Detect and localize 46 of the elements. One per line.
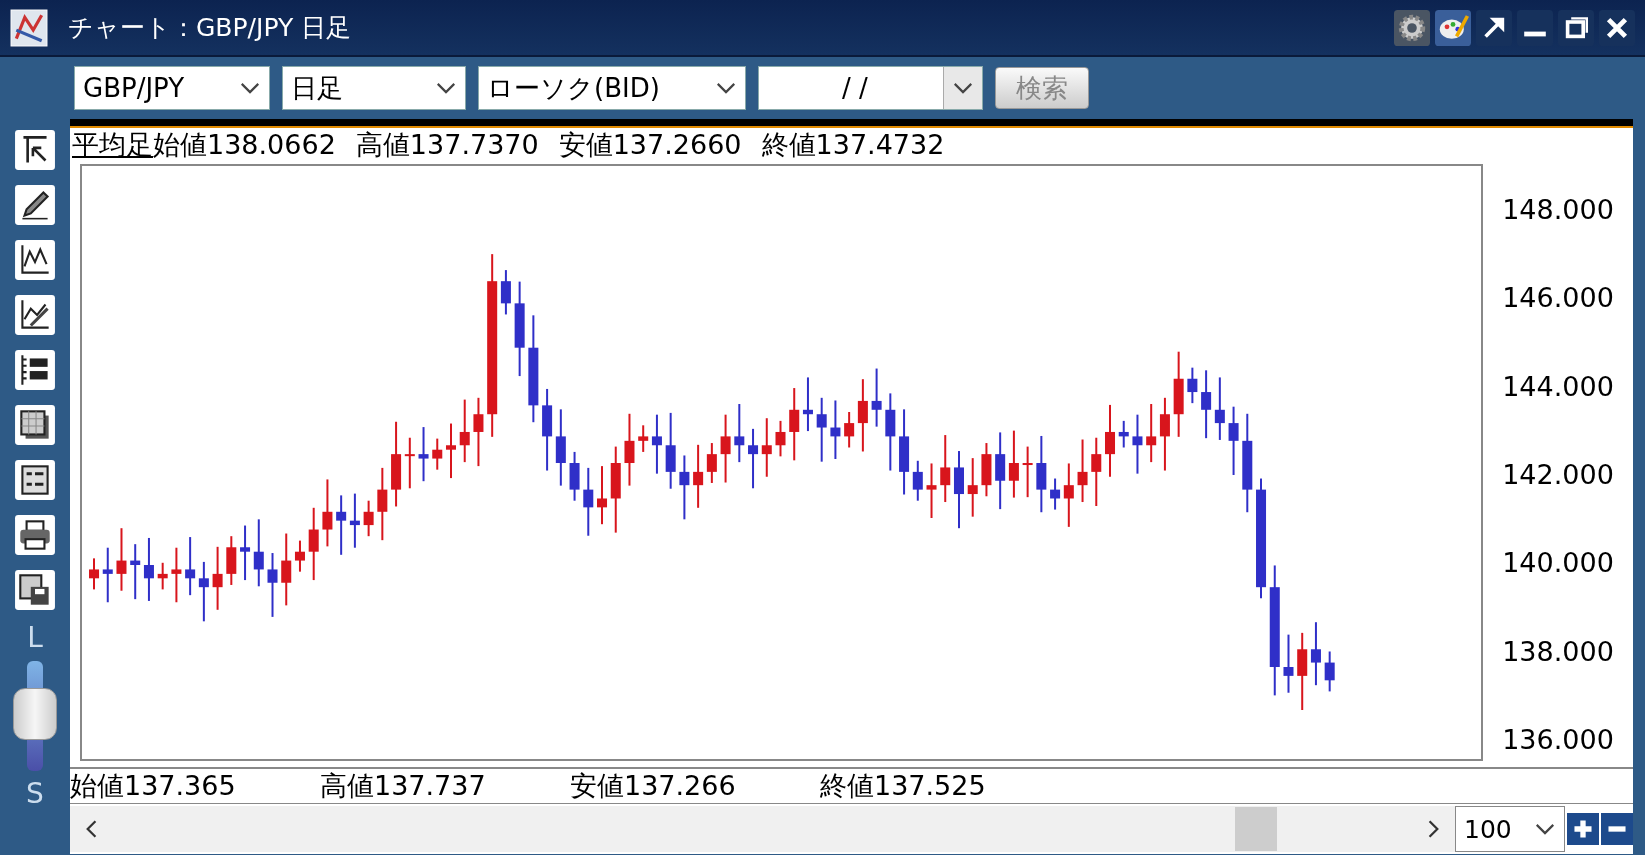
date-field[interactable]: / / [758, 66, 983, 110]
period-dropdown[interactable]: 日足 [282, 66, 466, 110]
chart-type-dropdown[interactable]: ローソク(BID) [478, 66, 746, 110]
axis-label: 140.000 [1502, 548, 1614, 579]
slider-thumb[interactable] [13, 688, 57, 740]
symbol-dropdown[interactable]: GBP/JPY [74, 66, 270, 110]
grid-icon[interactable] [14, 404, 56, 446]
scroll-left-icon[interactable] [84, 819, 98, 839]
settings-icon[interactable] [1394, 9, 1430, 46]
price-value: 始値138.0662 [153, 128, 336, 162]
window-title: チャート：GBP/JPY 日足 [68, 12, 352, 44]
axis-label: 136.000 [1502, 724, 1614, 755]
chart-pencil-icon[interactable] [14, 294, 56, 336]
scroll-right-icon[interactable] [1427, 819, 1441, 839]
save-icon[interactable] [14, 569, 56, 611]
ohlc-value: 終値137.525 [820, 769, 987, 803]
caret-icon [715, 81, 737, 95]
zoom-slider[interactable] [13, 661, 57, 771]
price-value: 終値137.4732 [761, 128, 945, 162]
caret-icon [1534, 822, 1556, 836]
price-value: 高値137.7370 [355, 128, 539, 162]
bar-count-dropdown[interactable]: 100 [1455, 806, 1565, 852]
ohlc-value: 高値137.737 [320, 769, 487, 803]
ohlc-value: 始値137.365 [70, 769, 237, 803]
slider-label: S [26, 780, 44, 808]
axis-label: 142.000 [1502, 460, 1614, 490]
app-icon [10, 8, 48, 47]
axis-label: 148.000 [1502, 195, 1614, 225]
scroll-thumb[interactable] [1235, 807, 1277, 851]
axis-label: 144.000 [1502, 371, 1614, 402]
caret-icon [239, 81, 261, 95]
price-value: 安値137.2660 [558, 128, 742, 162]
list-icon[interactable] [14, 459, 56, 501]
palette-icon[interactable] [1435, 9, 1471, 46]
line-chart-icon[interactable] [14, 239, 56, 281]
horizontal-scrollbar[interactable] [70, 806, 1455, 852]
caret-icon[interactable] [952, 81, 974, 95]
heikin-ashi-label: 平均足 [72, 128, 153, 162]
slider-label: L [27, 624, 43, 652]
print-icon[interactable] [14, 514, 56, 556]
pencil-icon[interactable] [14, 184, 56, 226]
axis-label: 138.000 [1502, 636, 1614, 667]
caret-icon [435, 81, 457, 95]
numbers-icon[interactable] [14, 349, 56, 391]
ohlc-value: 安値137.266 [570, 769, 737, 803]
axis-label: 146.000 [1502, 283, 1614, 314]
